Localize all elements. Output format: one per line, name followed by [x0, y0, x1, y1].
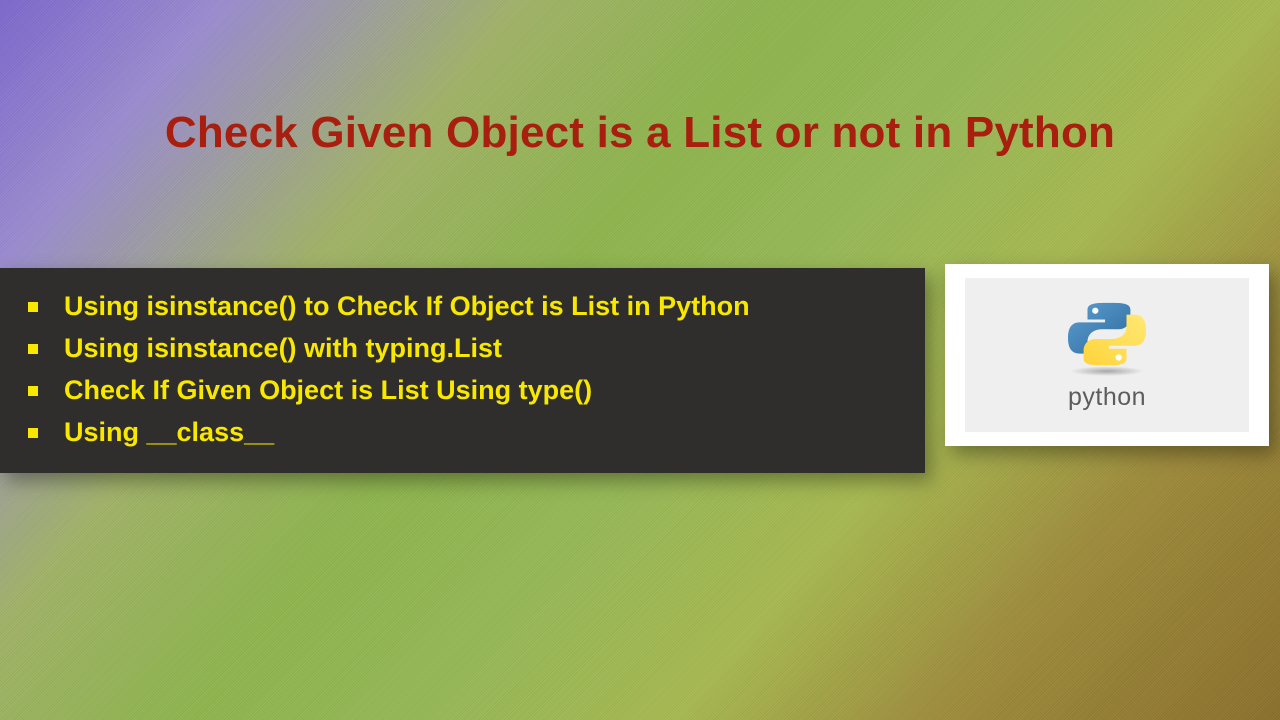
list-item: Using isinstance() to Check If Object is… [24, 286, 901, 328]
python-logo-caption: python [1068, 383, 1146, 412]
python-logo-icon [1044, 299, 1170, 377]
list-item: Using isinstance() with typing.List [24, 328, 901, 370]
list-item: Using __class__ [24, 412, 901, 454]
list-item: Check If Given Object is List Using type… [24, 370, 901, 412]
bullet-list: Using isinstance() to Check If Object is… [24, 286, 901, 453]
slide-title: Check Given Object is a List or not in P… [0, 108, 1280, 158]
python-logo-card: python [945, 264, 1269, 446]
bullet-list-box: Using isinstance() to Check If Object is… [0, 268, 925, 473]
python-logo-inner: python [965, 278, 1249, 432]
